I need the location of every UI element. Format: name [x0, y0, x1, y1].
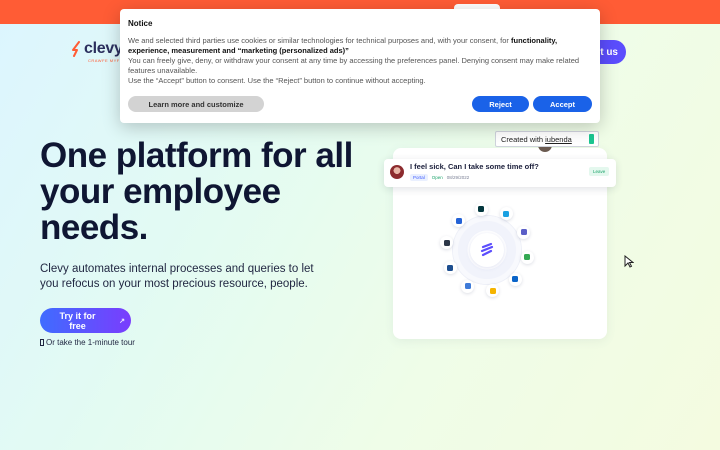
- iubenda-badge[interactable]: Created with iubenda: [495, 131, 599, 147]
- zendesk-icon: [474, 202, 488, 216]
- status-tag: Open: [431, 175, 443, 180]
- tour-link-label: Or take the 1-minute tour: [46, 338, 135, 347]
- cookie-notice-line3: Use the “Accept” button to consent. Use …: [128, 76, 426, 85]
- portal-tag: Portal: [410, 174, 428, 181]
- iubenda-icon: [589, 134, 594, 144]
- jira-icon: [452, 214, 466, 228]
- outlook-icon: [508, 272, 522, 286]
- clevy-hub-icon: [470, 233, 504, 267]
- message-date: 08/29/2022: [446, 175, 470, 180]
- try-for-free-button[interactable]: Try it for free ↗: [40, 308, 131, 333]
- cookie-notice-title: Notice: [128, 19, 153, 28]
- try-for-free-label: Try it for free: [59, 310, 96, 331]
- accept-button[interactable]: Accept: [533, 96, 592, 112]
- iubenda-prefix: Created with: [501, 134, 544, 144]
- cookie-consent-dialog: Notice We and selected third parties use…: [120, 9, 600, 123]
- reject-button[interactable]: Reject: [472, 96, 529, 112]
- logo-wordmark: clevy: [84, 40, 123, 57]
- iubenda-link[interactable]: iubenda: [545, 135, 572, 144]
- status-badge: Leave: [589, 167, 610, 176]
- avatar: [390, 165, 404, 179]
- clevy-logo-icon: [72, 41, 80, 57]
- arrow-up-right-icon: ↗: [119, 317, 125, 325]
- message-text: I feel sick, Can I take some time off?: [410, 162, 539, 171]
- teams-icon: [517, 225, 531, 239]
- employee-message-card: I feel sick, Can I take some time off? P…: [384, 159, 616, 187]
- mouse-cursor-icon: [624, 255, 634, 268]
- tour-link[interactable]: Or take the 1-minute tour: [40, 338, 135, 347]
- mail-icon: [461, 279, 475, 293]
- play-icon: [40, 339, 44, 346]
- hero-title: One platform for all your employee needs…: [40, 136, 353, 247]
- cookie-notice-body: We and selected third parties use cookie…: [128, 36, 593, 86]
- google-drive-icon: [520, 250, 534, 264]
- learn-more-customize-button[interactable]: Learn more and customize: [128, 96, 264, 112]
- salesforce-icon: [499, 207, 513, 221]
- message-meta: Portal Open 08/29/2022: [410, 174, 469, 181]
- cookie-notice-line1: We and selected third parties use cookie…: [128, 36, 511, 45]
- hero-subtitle: Clevy automates internal processes and q…: [40, 263, 314, 290]
- cookie-notice-line2: You can freely give, deny, or withdraw y…: [128, 56, 580, 75]
